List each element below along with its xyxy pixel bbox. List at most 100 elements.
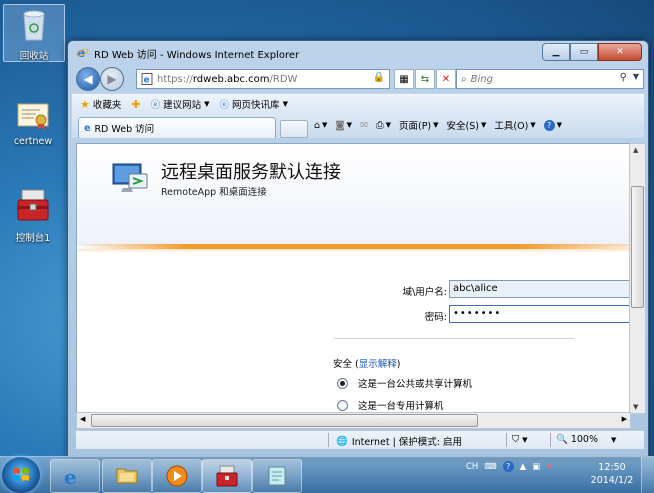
help-button[interactable]: ? ▼ bbox=[543, 119, 562, 131]
back-button[interactable]: ◀ bbox=[76, 67, 100, 91]
web-slice-gallery-label: 网页快讯库 bbox=[232, 100, 280, 111]
taskbar-explorer[interactable] bbox=[102, 459, 152, 493]
desktop-icon-console[interactable]: 控制台1 bbox=[3, 188, 63, 244]
ie-window: e RD Web 访问 - Windows Internet Explorer … bbox=[67, 40, 649, 458]
home-icon: ⌂ bbox=[314, 119, 321, 131]
feeds-button[interactable]: ◙ ▼ bbox=[335, 120, 352, 131]
search-placeholder: Bing bbox=[470, 73, 493, 85]
protected-mode-button[interactable]: ⛉ ▼ bbox=[512, 434, 528, 445]
add-favorites-button[interactable]: ✚ bbox=[131, 98, 140, 111]
page-menu-label: 页面(P) bbox=[399, 121, 432, 132]
title-bar[interactable]: e RD Web 访问 - Windows Internet Explorer … bbox=[68, 41, 648, 65]
chevron-down-icon: ▼ bbox=[282, 100, 288, 108]
chevron-down-icon: ▼ bbox=[346, 121, 353, 129]
scroll-up-icon[interactable]: ▲ bbox=[633, 146, 638, 154]
tab-bar: e RD Web 访问 ⌂ ▼ ◙ ▼ ✉ ⎙ ▼ 页面(P) ▼ 安全(S) ▼ 工具(… bbox=[72, 114, 644, 138]
tools-menu[interactable]: 工具(O) ▼ bbox=[494, 118, 535, 132]
refresh-button[interactable]: ⇆ bbox=[415, 69, 435, 89]
taskbar-ie[interactable]: e bbox=[50, 459, 100, 493]
help-icon[interactable]: ? bbox=[502, 461, 514, 472]
form-separator bbox=[334, 338, 574, 339]
chevron-down-icon[interactable]: ▼ bbox=[633, 72, 639, 81]
bing-icon: ⌕ bbox=[461, 73, 467, 85]
network-icon[interactable]: ▣ bbox=[532, 462, 540, 472]
public-computer-option[interactable]: 这是一台公共或共享计算机 bbox=[337, 376, 472, 390]
security-label: 安全 bbox=[333, 359, 353, 370]
remote-desktop-logo-icon bbox=[112, 163, 148, 192]
magnifier-icon: 🔍 bbox=[556, 434, 568, 445]
ie-icon: e bbox=[64, 465, 77, 489]
maximize-icon: ▭ bbox=[579, 47, 589, 57]
stop-button[interactable]: ✕ bbox=[436, 69, 456, 89]
radio-button[interactable] bbox=[337, 377, 348, 389]
mail-icon: ✉ bbox=[360, 119, 368, 131]
lock-icon[interactable]: 🔒 bbox=[373, 72, 385, 83]
close-button[interactable]: ✕ bbox=[598, 43, 642, 61]
scroll-down-icon[interactable]: ▼ bbox=[633, 403, 638, 411]
minimize-button[interactable]: ▁ bbox=[542, 43, 570, 61]
rss-icon: ◙ bbox=[335, 119, 345, 131]
chevron-down-icon: ▼ bbox=[522, 436, 528, 444]
clock-time: 12:50 bbox=[598, 462, 626, 473]
option-label: 这是一台专用计算机 bbox=[358, 401, 444, 412]
taskbar-console[interactable] bbox=[202, 459, 252, 493]
zoom-control[interactable]: 🔍 100% ▼ bbox=[556, 434, 616, 445]
language-indicator[interactable]: CH bbox=[466, 462, 478, 472]
home-button[interactable]: ⌂ ▼ bbox=[314, 120, 327, 131]
desktop-icon-recycle-bin[interactable]: 回收站 bbox=[3, 4, 65, 62]
suggested-sites-label: 建议网站 bbox=[163, 100, 202, 111]
show-explanation-link[interactable]: 显示解释 bbox=[359, 359, 397, 370]
toolbox-icon bbox=[17, 189, 49, 221]
desktop-icon-certnew[interactable]: certnew bbox=[3, 100, 63, 147]
radio-selected-dot bbox=[340, 380, 345, 386]
clock[interactable]: 12:50 2014/1/2 bbox=[588, 461, 636, 487]
url-host: rdweb.abc.com bbox=[192, 73, 270, 85]
suggested-sites-button[interactable]: ⓔ 建议网站 ▼ bbox=[151, 97, 210, 111]
minimize-icon: ▁ bbox=[552, 47, 560, 57]
new-tab-button[interactable] bbox=[280, 120, 308, 138]
radio-button[interactable] bbox=[337, 399, 348, 411]
password-input[interactable]: ••••••• bbox=[449, 305, 630, 323]
scroll-left-icon[interactable]: ◀ bbox=[80, 415, 85, 423]
chevron-up-icon[interactable]: ▲ bbox=[520, 462, 527, 472]
scroll-thumb[interactable] bbox=[631, 186, 644, 308]
media-player-icon bbox=[166, 465, 188, 487]
scroll-right-icon[interactable]: ▶ bbox=[622, 415, 627, 423]
input-method-icon[interactable]: ⌨ bbox=[484, 462, 496, 472]
desktop-icon-label: 控制台1 bbox=[15, 233, 51, 244]
shield-icon: ⛉ bbox=[512, 434, 520, 445]
security-zone[interactable]: 🌐 Internet | 保护模式: 启用 bbox=[336, 434, 462, 449]
web-slice-gallery-button[interactable]: ⓔ 网页快讯库 ▼ bbox=[220, 97, 288, 111]
notepad-icon bbox=[268, 466, 286, 486]
toolbox-icon bbox=[216, 465, 238, 487]
forward-button[interactable]: ▶ bbox=[100, 67, 124, 91]
address-url: https://rdweb.abc.com/RDW bbox=[157, 74, 297, 85]
domain-user-input[interactable]: abc\alice bbox=[449, 280, 630, 298]
page-icon: e bbox=[141, 73, 153, 85]
horizontal-scrollbar[interactable]: ◀ ▶ bbox=[76, 412, 631, 429]
vertical-scrollbar[interactable]: ▲ ▼ bbox=[629, 143, 646, 414]
scroll-thumb[interactable] bbox=[91, 414, 478, 427]
favorites-button[interactable]: ★ 收藏夹 bbox=[80, 97, 121, 112]
tab-rd-web[interactable]: e RD Web 访问 bbox=[78, 117, 276, 138]
maximize-button[interactable]: ▭ bbox=[570, 43, 598, 61]
compatibility-view-button[interactable]: ▦ bbox=[394, 69, 414, 89]
taskbar-notepad[interactable] bbox=[252, 459, 302, 493]
ie-page-icon: ⓔ bbox=[150, 100, 161, 111]
chevron-down-icon: ▼ bbox=[611, 435, 617, 444]
safety-menu[interactable]: 安全(S) ▼ bbox=[447, 118, 487, 132]
search-icon[interactable]: ⚲ bbox=[620, 72, 627, 83]
mail-button[interactable]: ✉ bbox=[360, 120, 368, 131]
private-computer-option[interactable]: 这是一台专用计算机 bbox=[337, 398, 444, 412]
volume-icon[interactable]: ✕ bbox=[546, 462, 553, 472]
page-menu[interactable]: 页面(P) ▼ bbox=[399, 118, 439, 132]
taskbar-media-player[interactable] bbox=[152, 459, 202, 493]
system-tray: CH ⌨ ? ▲ ▣ ✕ bbox=[466, 461, 553, 472]
start-button[interactable] bbox=[2, 457, 40, 493]
show-desktop-button[interactable] bbox=[641, 457, 654, 493]
search-box[interactable]: ⌕ Bing ⚲ ▼ bbox=[456, 69, 644, 89]
print-button[interactable]: ⎙ ▼ bbox=[376, 120, 391, 131]
address-bar[interactable]: e https://rdweb.abc.com/RDW 🔒 bbox=[136, 69, 390, 89]
ie-page-icon: ⓔ bbox=[219, 100, 230, 111]
printer-icon: ⎙ bbox=[376, 119, 384, 131]
